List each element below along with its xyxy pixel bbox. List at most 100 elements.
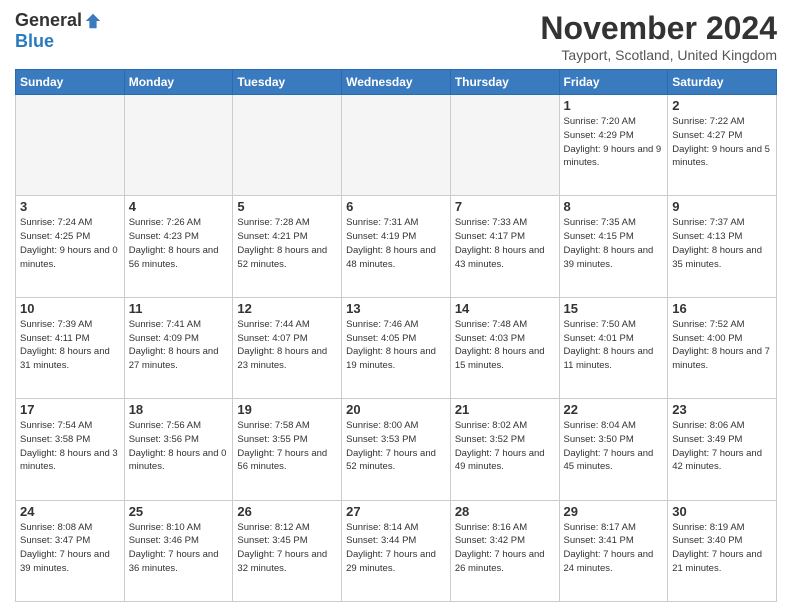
calendar-cell	[450, 95, 559, 196]
day-number: 20	[346, 402, 446, 417]
day-detail: Sunrise: 8:08 AMSunset: 3:47 PMDaylight:…	[20, 521, 120, 576]
day-number: 21	[455, 402, 555, 417]
day-header-saturday: Saturday	[668, 70, 777, 95]
day-number: 4	[129, 199, 229, 214]
calendar-cell: 20 Sunrise: 8:00 AMSunset: 3:53 PMDayligh…	[342, 399, 451, 500]
calendar-cell: 28 Sunrise: 8:16 AMSunset: 3:42 PMDayligh…	[450, 500, 559, 601]
day-number: 25	[129, 504, 229, 519]
calendar-cell: 21 Sunrise: 8:02 AMSunset: 3:52 PMDayligh…	[450, 399, 559, 500]
calendar-cell: 18 Sunrise: 7:56 AMSunset: 3:56 PMDayligh…	[124, 399, 233, 500]
calendar-cell: 13Sunrise: 7:46 AMSunset: 4:05 PMDayligh…	[342, 297, 451, 398]
logo-general-text: General	[15, 10, 82, 31]
calendar-cell: 17 Sunrise: 7:54 AMSunset: 3:58 PMDayligh…	[16, 399, 125, 500]
location: Tayport, Scotland, United Kingdom	[540, 47, 777, 63]
day-header-friday: Friday	[559, 70, 668, 95]
calendar-table: SundayMondayTuesdayWednesdayThursdayFrid…	[15, 69, 777, 602]
day-number: 17	[20, 402, 120, 417]
day-number: 22	[564, 402, 664, 417]
day-number: 16	[672, 301, 772, 316]
day-number: 12	[237, 301, 337, 316]
day-header-thursday: Thursday	[450, 70, 559, 95]
day-number: 23	[672, 402, 772, 417]
calendar-cell: 15 Sunrise: 7:50 AMSunset: 4:01 PMDayligh…	[559, 297, 668, 398]
day-header-tuesday: Tuesday	[233, 70, 342, 95]
day-detail: Sunrise: 8:00 AMSunset: 3:53 PMDaylight:…	[346, 419, 446, 474]
day-detail: Sunrise: 7:56 AMSunset: 3:56 PMDaylight:…	[129, 419, 229, 474]
day-number: 13	[346, 301, 446, 316]
day-number: 27	[346, 504, 446, 519]
day-number: 19	[237, 402, 337, 417]
calendar-cell: 4Sunrise: 7:26 AMSunset: 4:23 PMDaylight…	[124, 196, 233, 297]
calendar-cell: 7Sunrise: 7:33 AMSunset: 4:17 PMDaylight…	[450, 196, 559, 297]
day-detail: Sunrise: 7:41 AMSunset: 4:09 PMDaylight:…	[129, 318, 229, 373]
calendar-cell: 9 Sunrise: 7:37 AMSunset: 4:13 PMDaylight…	[668, 196, 777, 297]
calendar-cell: 8 Sunrise: 7:35 AMSunset: 4:15 PMDaylight…	[559, 196, 668, 297]
calendar-week-row: 24Sunrise: 8:08 AMSunset: 3:47 PMDayligh…	[16, 500, 777, 601]
logo-icon	[84, 12, 102, 30]
page: General Blue November 2024 Tayport, Scot…	[0, 0, 792, 612]
calendar-cell: 29 Sunrise: 8:17 AMSunset: 3:41 PMDayligh…	[559, 500, 668, 601]
calendar-cell: 1 Sunrise: 7:20 AMSunset: 4:29 PMDaylight…	[559, 95, 668, 196]
day-detail: Sunrise: 8:06 AMSunset: 3:49 PMDaylight:…	[672, 419, 772, 474]
day-number: 5	[237, 199, 337, 214]
calendar-week-row: 3Sunrise: 7:24 AMSunset: 4:25 PMDaylight…	[16, 196, 777, 297]
day-number: 6	[346, 199, 446, 214]
day-detail: Sunrise: 8:04 AMSunset: 3:50 PMDaylight:…	[564, 419, 664, 474]
calendar-cell	[233, 95, 342, 196]
calendar-cell	[342, 95, 451, 196]
day-number: 8	[564, 199, 664, 214]
calendar-cell	[16, 95, 125, 196]
day-detail: Sunrise: 7:22 AMSunset: 4:27 PMDaylight:…	[672, 115, 772, 170]
day-detail: Sunrise: 8:14 AMSunset: 3:44 PMDaylight:…	[346, 521, 446, 576]
calendar-cell: 27 Sunrise: 8:14 AMSunset: 3:44 PMDayligh…	[342, 500, 451, 601]
calendar-week-row: 10Sunrise: 7:39 AMSunset: 4:11 PMDayligh…	[16, 297, 777, 398]
day-detail: Sunrise: 7:37 AMSunset: 4:13 PMDaylight:…	[672, 216, 772, 271]
day-detail: Sunrise: 7:28 AMSunset: 4:21 PMDaylight:…	[237, 216, 337, 271]
calendar-cell: 24Sunrise: 8:08 AMSunset: 3:47 PMDayligh…	[16, 500, 125, 601]
calendar-cell: 30 Sunrise: 8:19 AMSunset: 3:40 PMDayligh…	[668, 500, 777, 601]
day-number: 1	[564, 98, 664, 113]
day-detail: Sunrise: 7:35 AMSunset: 4:15 PMDaylight:…	[564, 216, 664, 271]
day-number: 26	[237, 504, 337, 519]
logo-blue-text: Blue	[15, 31, 54, 52]
day-detail: Sunrise: 7:50 AMSunset: 4:01 PMDaylight:…	[564, 318, 664, 373]
day-number: 7	[455, 199, 555, 214]
day-number: 3	[20, 199, 120, 214]
calendar-cell: 19 Sunrise: 7:58 AMSunset: 3:55 PMDayligh…	[233, 399, 342, 500]
day-detail: Sunrise: 8:16 AMSunset: 3:42 PMDaylight:…	[455, 521, 555, 576]
day-detail: Sunrise: 7:54 AMSunset: 3:58 PMDaylight:…	[20, 419, 120, 474]
day-number: 14	[455, 301, 555, 316]
day-detail: Sunrise: 8:02 AMSunset: 3:52 PMDaylight:…	[455, 419, 555, 474]
day-number: 15	[564, 301, 664, 316]
day-detail: Sunrise: 7:48 AMSunset: 4:03 PMDaylight:…	[455, 318, 555, 373]
calendar-cell	[124, 95, 233, 196]
day-number: 28	[455, 504, 555, 519]
month-title: November 2024	[540, 10, 777, 47]
day-detail: Sunrise: 8:17 AMSunset: 3:41 PMDaylight:…	[564, 521, 664, 576]
day-number: 11	[129, 301, 229, 316]
day-detail: Sunrise: 7:52 AMSunset: 4:00 PMDaylight:…	[672, 318, 772, 373]
day-detail: Sunrise: 8:19 AMSunset: 3:40 PMDaylight:…	[672, 521, 772, 576]
calendar-cell: 5 Sunrise: 7:28 AMSunset: 4:21 PMDaylight…	[233, 196, 342, 297]
day-number: 30	[672, 504, 772, 519]
day-detail: Sunrise: 7:31 AMSunset: 4:19 PMDaylight:…	[346, 216, 446, 271]
calendar-week-row: 1 Sunrise: 7:20 AMSunset: 4:29 PMDaylight…	[16, 95, 777, 196]
calendar-cell: 23 Sunrise: 8:06 AMSunset: 3:49 PMDayligh…	[668, 399, 777, 500]
calendar-cell: 11 Sunrise: 7:41 AMSunset: 4:09 PMDayligh…	[124, 297, 233, 398]
day-detail: Sunrise: 7:39 AMSunset: 4:11 PMDaylight:…	[20, 318, 120, 373]
calendar-cell: 2 Sunrise: 7:22 AMSunset: 4:27 PMDaylight…	[668, 95, 777, 196]
logo: General Blue	[15, 10, 102, 52]
day-number: 2	[672, 98, 772, 113]
calendar-cell: 22 Sunrise: 8:04 AMSunset: 3:50 PMDayligh…	[559, 399, 668, 500]
calendar-cell: 10Sunrise: 7:39 AMSunset: 4:11 PMDayligh…	[16, 297, 125, 398]
day-header-sunday: Sunday	[16, 70, 125, 95]
day-number: 18	[129, 402, 229, 417]
day-header-monday: Monday	[124, 70, 233, 95]
day-header-wednesday: Wednesday	[342, 70, 451, 95]
day-detail: Sunrise: 7:58 AMSunset: 3:55 PMDaylight:…	[237, 419, 337, 474]
day-number: 29	[564, 504, 664, 519]
calendar-cell: 3Sunrise: 7:24 AMSunset: 4:25 PMDaylight…	[16, 196, 125, 297]
day-detail: Sunrise: 8:12 AMSunset: 3:45 PMDaylight:…	[237, 521, 337, 576]
day-detail: Sunrise: 7:20 AMSunset: 4:29 PMDaylight:…	[564, 115, 664, 170]
day-number: 9	[672, 199, 772, 214]
